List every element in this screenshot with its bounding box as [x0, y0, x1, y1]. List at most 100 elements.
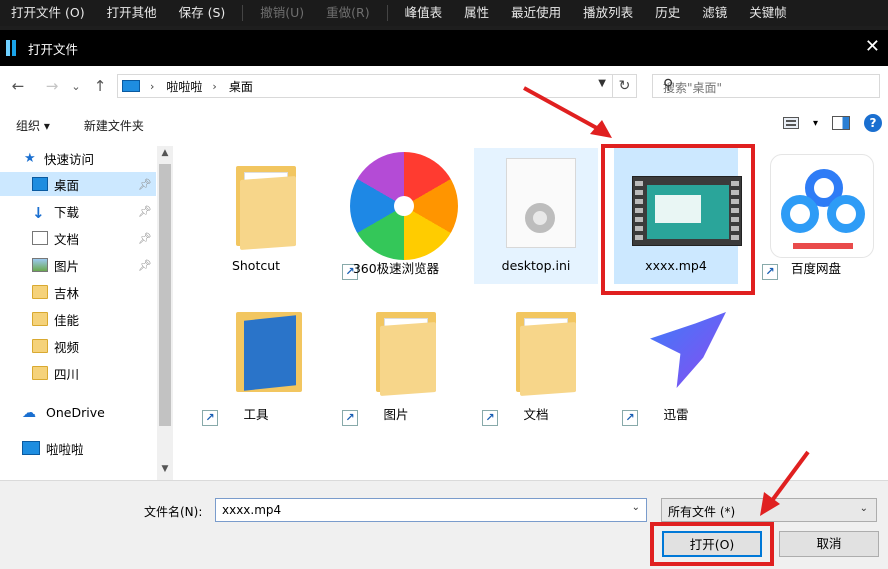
chevron-right-icon: ›: [212, 79, 217, 93]
settings-file-icon: [486, 152, 586, 256]
sidebar-item-label: 视频: [54, 339, 80, 355]
navigation-pane: ★ 快速访问 桌面 📌︎ ↓ 下载 📌︎ 文档 📌︎ 图片 📌︎ 吉林 佳能 视…: [0, 146, 176, 480]
folder-icon: [32, 366, 48, 380]
search-icon: ⚲: [663, 77, 674, 93]
dialog-title: 打开文件: [28, 41, 79, 57]
file-item[interactable]: ↗ 迅雷: [614, 294, 738, 430]
menu-peak-meter[interactable]: 峰值表: [394, 0, 454, 26]
star-icon: ★: [24, 151, 36, 166]
pin-icon[interactable]: 📌︎: [138, 232, 152, 245]
highlight-box-video: [601, 144, 755, 295]
back-arrow-icon[interactable]: ←: [8, 77, 28, 95]
menu-history[interactable]: 历史: [644, 0, 691, 26]
help-icon[interactable]: ?: [864, 114, 882, 132]
chevron-right-icon: ›: [150, 79, 155, 93]
folder-icon: [32, 312, 48, 326]
menu-keyframes[interactable]: 关键帧: [738, 0, 798, 26]
sidebar-item-label: 图片: [54, 258, 80, 274]
sidebar-item-label: 吉林: [54, 285, 80, 301]
filename-input[interactable]: xxxx.mp4 ⌄: [215, 498, 647, 522]
sidebar-onedrive[interactable]: ☁ OneDrive: [0, 400, 156, 424]
file-name: 工具: [243, 407, 269, 422]
menu-filters[interactable]: 滤镜: [691, 0, 738, 26]
sidebar-item-label: 文档: [54, 231, 80, 247]
command-toolbar: 组织 ▾ 新建文件夹 ▾ ?: [0, 110, 888, 140]
sidebar-item-pictures[interactable]: 图片 📌︎: [0, 253, 156, 277]
cancel-button[interactable]: 取消: [779, 531, 879, 557]
file-item[interactable]: Shotcut: [194, 148, 318, 284]
recent-locations-chevron-icon[interactable]: ⌄: [66, 80, 86, 93]
breadcrumb-desktop[interactable]: 桌面: [229, 78, 253, 95]
new-folder-button[interactable]: 新建文件夹: [84, 117, 144, 134]
chevron-down-icon[interactable]: ⌄: [860, 503, 868, 514]
pin-icon[interactable]: 📌︎: [138, 205, 152, 218]
close-icon[interactable]: ✕: [865, 37, 880, 57]
breadcrumb-pc[interactable]: 啦啦啦: [166, 78, 202, 95]
file-name: 百度网盘: [790, 261, 841, 276]
folder-icon: [206, 152, 306, 256]
file-item[interactable]: ↗ 工具: [194, 294, 318, 430]
file-item[interactable]: desktop.ini: [474, 148, 598, 284]
menu-save[interactable]: 保存 (S): [168, 0, 237, 26]
filename-value: xxxx.mp4: [222, 503, 282, 517]
document-icon: [32, 231, 48, 245]
menu-playlist[interactable]: 播放列表: [572, 0, 644, 26]
sidebar-item-desktop[interactable]: 桌面 📌︎: [0, 172, 156, 196]
scrollbar-thumb[interactable]: [159, 164, 171, 426]
file-item[interactable]: ↗ 图片: [334, 294, 458, 430]
up-arrow-icon[interactable]: ↑: [90, 77, 110, 95]
menu-open-other[interactable]: 打开其他: [96, 0, 168, 26]
scroll-up-icon[interactable]: ▲: [157, 148, 173, 162]
pin-icon[interactable]: 📌︎: [138, 178, 152, 191]
file-name: Shotcut: [231, 258, 281, 273]
file-name: 图片: [383, 407, 409, 422]
annotation-arrow-icon: [523, 86, 612, 138]
preview-pane-icon[interactable]: [832, 116, 850, 130]
menu-undo[interactable]: 撤销(U): [249, 0, 315, 26]
sidebar-item-videos[interactable]: 视频: [0, 334, 156, 358]
filename-label: 文件名(N):: [144, 505, 203, 519]
menu-properties[interactable]: 属性: [453, 0, 500, 26]
desktop-icon: [32, 177, 48, 191]
sidebar-item-jilin[interactable]: 吉林: [0, 280, 156, 304]
menu-redo[interactable]: 重做(R): [315, 0, 380, 26]
cloud-icon: ☁: [22, 405, 36, 421]
sidebar-item-label: 桌面: [54, 177, 80, 193]
sidebar-item-canon[interactable]: 佳能: [0, 307, 156, 331]
scroll-down-icon[interactable]: ▼: [157, 464, 173, 478]
chevron-down-icon[interactable]: ⌄: [632, 502, 640, 513]
sidebar-item-label: OneDrive: [46, 404, 105, 420]
computer-icon: [22, 441, 40, 455]
annotation-arrow-icon: [760, 450, 810, 516]
sidebar-item-downloads[interactable]: ↓ 下载 📌︎: [0, 199, 156, 223]
sidebar-item-documents[interactable]: 文档 📌︎: [0, 226, 156, 250]
folder-icon: [486, 298, 586, 402]
file-name: 文档: [523, 407, 549, 422]
file-item[interactable]: ↗ 百度网盘: [754, 148, 878, 284]
file-item[interactable]: ↗ 360极速浏览器: [334, 148, 458, 284]
menu-open-file[interactable]: 打开文件 (O): [0, 0, 96, 26]
search-input[interactable]: 搜索"桌面" ⚲: [652, 74, 880, 98]
browser-360-icon: [346, 152, 458, 260]
menu-divider: [386, 5, 388, 21]
sidebar-this-pc[interactable]: 啦啦啦: [0, 436, 156, 460]
forward-arrow-icon[interactable]: →: [42, 77, 62, 95]
file-item[interactable]: ↗ 文档: [474, 294, 598, 430]
menu-divider: [242, 5, 244, 21]
folder-icon: [32, 339, 48, 353]
sidebar-quick-access[interactable]: ★ 快速访问: [0, 146, 156, 170]
sidebar-item-label: 快速访问: [44, 151, 95, 167]
folder-icon: [346, 298, 446, 402]
organize-button[interactable]: 组织 ▾: [16, 117, 50, 134]
view-dropdown-chevron-icon[interactable]: ▾: [813, 118, 818, 129]
filetype-value: 所有文件 (*): [668, 505, 736, 519]
sidebar-item-label: 四川: [54, 366, 80, 382]
view-icon[interactable]: [782, 117, 799, 129]
sidebar-scrollbar[interactable]: ▲ ▼: [157, 146, 173, 480]
xunlei-bird-icon: [626, 298, 726, 402]
sidebar-item-sichuan[interactable]: 四川: [0, 361, 156, 385]
pin-icon[interactable]: 📌︎: [138, 259, 152, 272]
file-name: 迅雷: [663, 407, 689, 422]
computer-icon: [122, 80, 140, 92]
menu-recent[interactable]: 最近使用: [500, 0, 572, 26]
